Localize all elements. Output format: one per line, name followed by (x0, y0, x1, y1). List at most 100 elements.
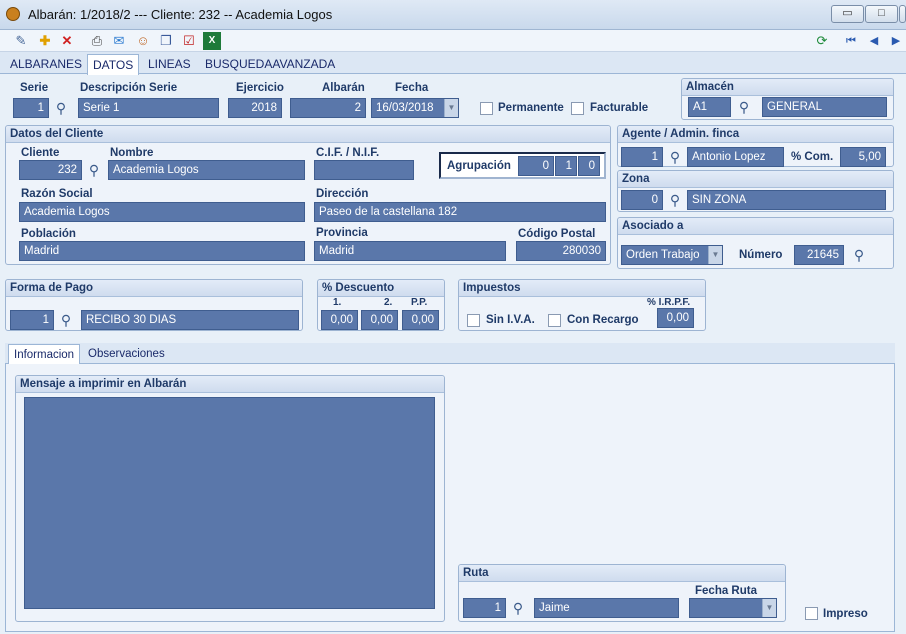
agrupacion-field-1[interactable]: 0 (518, 156, 554, 176)
descuento-pp-field[interactable]: 0,00 (402, 310, 439, 330)
search-icon[interactable]: ⚲ (57, 311, 75, 329)
fecha-ruta-field[interactable]: ▼ (689, 598, 777, 618)
provincia-field[interactable]: Madrid (314, 241, 506, 261)
tab-informacion[interactable]: Informacion (8, 344, 81, 365)
minimize-button[interactable]: ▭ (831, 5, 864, 23)
search-icon[interactable]: ⚲ (850, 246, 868, 264)
search-icon[interactable]: ⚲ (735, 98, 753, 116)
window-icon[interactable]: ❐ (157, 32, 175, 50)
descripcion-serie-field[interactable]: Serie 1 (78, 98, 219, 118)
tab-busqueda-avanzada[interactable]: BUSQUEDAAVANZADA (200, 54, 340, 74)
print-icon[interactable]: ⎙ (88, 32, 106, 50)
razon-social-field[interactable]: Academia Logos (19, 202, 305, 222)
title-bar: Albarán: 1/2018/2 --- Cliente: 232 -- Ac… (0, 0, 906, 30)
fecha-field[interactable]: 16/03/2018 ▼ (371, 98, 459, 118)
numero-field[interactable]: 21645 (794, 245, 844, 265)
agente-name-field[interactable]: Antonio Lopez (687, 147, 784, 167)
mensaje-textarea[interactable] (24, 397, 435, 609)
permanente-checkbox[interactable] (480, 102, 493, 115)
provincia-label: Provincia (316, 227, 368, 239)
facturable-checkbox[interactable] (571, 102, 584, 115)
cliente-field[interactable]: 232 (19, 160, 82, 180)
forma-pago-name-field[interactable]: RECIBO 30 DIAS (81, 310, 299, 330)
almacen-code-field[interactable]: A1 (688, 97, 731, 117)
descuento-pp-label: P.P. (411, 297, 428, 308)
descuento-title: % Descuento (318, 280, 444, 297)
poblacion-label: Población (21, 228, 76, 240)
codigo-postal-field[interactable]: 280030 (516, 241, 606, 261)
chevron-down-icon[interactable]: ▼ (708, 246, 722, 264)
forma-pago-title: Forma de Pago (6, 280, 302, 297)
delete-icon[interactable]: ✕ (58, 32, 76, 50)
comision-field[interactable]: 5,00 (840, 147, 886, 167)
main-tabs: ALBARANES DATOS LINEAS BUSQUEDAAVANZADA (0, 52, 906, 75)
ruta-name-field[interactable]: Jaime (534, 598, 679, 618)
excel-icon[interactable]: X (203, 32, 221, 50)
search-icon[interactable]: ⚲ (666, 148, 684, 166)
add-icon[interactable]: ✚ (36, 32, 54, 50)
poblacion-field[interactable]: Madrid (19, 241, 305, 261)
user-icon[interactable]: ☺ (134, 32, 152, 50)
con-recargo-label: Con Recargo (567, 314, 639, 326)
descuento-1-label: 1. (333, 297, 342, 308)
forma-pago-code-field[interactable]: 1 (10, 310, 54, 330)
refresh-icon[interactable]: ⟳ (813, 32, 831, 50)
sin-iva-checkbox[interactable] (467, 314, 480, 327)
serie-field[interactable]: 1 (13, 98, 49, 118)
previous-record-icon[interactable]: ◀ (865, 32, 883, 50)
agrupacion-field-3[interactable]: 0 (578, 156, 600, 176)
tab-datos[interactable]: DATOS (87, 54, 140, 75)
comision-label: % Com. (791, 151, 834, 163)
fecha-value: 16/03/2018 (376, 102, 434, 114)
nombre-label: Nombre (110, 147, 154, 159)
impuestos-panel: Impuestos % I.R.P.F. Sin I.V.A. Con Reca… (458, 279, 706, 331)
checklist-icon[interactable]: ☑ (180, 32, 198, 50)
con-recargo-checkbox[interactable] (548, 314, 561, 327)
zona-code-field[interactable]: 0 (621, 190, 663, 210)
almacen-name-field[interactable]: GENERAL (762, 97, 887, 117)
asociado-tipo-select[interactable]: Orden Trabajo ▼ (621, 245, 723, 265)
direccion-label: Dirección (316, 188, 369, 200)
irpf-field[interactable]: 0,00 (657, 308, 694, 328)
impreso-checkbox[interactable] (805, 607, 818, 620)
mensaje-panel: Mensaje a imprimir en Albarán (15, 375, 445, 622)
search-icon[interactable]: ⚲ (52, 99, 70, 117)
serie-label: Serie (20, 82, 49, 94)
agente-code-field[interactable]: 1 (621, 147, 663, 167)
direccion-field[interactable]: Paseo de la castellana 182 (314, 202, 606, 222)
tab-albaranes[interactable]: ALBARANES (5, 54, 87, 74)
albaran-field[interactable]: 2 (290, 98, 366, 118)
chevron-down-icon[interactable]: ▼ (444, 99, 458, 117)
agente-title: Agente / Admin. finca (618, 126, 893, 143)
cliente-panel: Datos del Cliente Cliente 232 ⚲ Nombre A… (5, 125, 611, 265)
razon-social-label: Razón Social (21, 188, 93, 200)
fecha-label: Fecha (395, 82, 429, 94)
ejercicio-field[interactable]: 2018 (228, 98, 282, 118)
edit-icon[interactable]: ✎ (12, 32, 30, 50)
info-tabs: Informacion Observaciones (5, 343, 895, 365)
ruta-code-field[interactable]: 1 (463, 598, 506, 618)
toolbar: ✎ ✚ ✕ ⎙ ✉ ☺ ❐ ☑ X ⟳ ⏮ ◀ ▶ (0, 30, 906, 52)
cif-field[interactable] (314, 160, 414, 180)
tab-observaciones[interactable]: Observaciones (83, 344, 170, 364)
nombre-field[interactable]: Academia Logos (108, 160, 305, 180)
descuento-1-field[interactable]: 0,00 (321, 310, 358, 330)
close-button[interactable] (899, 5, 906, 23)
ruta-panel: Ruta Fecha Ruta 1 ⚲ Jaime ▼ (458, 564, 786, 622)
window-title: Albarán: 1/2018/2 --- Cliente: 232 -- Ac… (28, 7, 333, 22)
next-record-icon[interactable]: ▶ (887, 32, 905, 50)
search-icon[interactable]: ⚲ (666, 191, 684, 209)
chevron-down-icon[interactable]: ▼ (762, 599, 776, 617)
descuento-2-field[interactable]: 0,00 (361, 310, 398, 330)
mail-icon[interactable]: ✉ (110, 32, 128, 50)
search-icon[interactable]: ⚲ (85, 161, 103, 179)
maximize-button[interactable]: □ (865, 5, 898, 23)
tab-lineas[interactable]: LINEAS (143, 54, 196, 74)
forma-pago-panel: Forma de Pago 1 ⚲ RECIBO 30 DIAS (5, 279, 303, 331)
search-icon[interactable]: ⚲ (509, 599, 527, 617)
first-record-icon[interactable]: ⏮ (842, 32, 860, 50)
agrupacion-field-2[interactable]: 1 (555, 156, 577, 176)
zona-name-field[interactable]: SIN ZONA (687, 190, 886, 210)
irpf-label: % I.R.P.F. (647, 297, 691, 308)
codigo-postal-label: Código Postal (518, 228, 596, 240)
